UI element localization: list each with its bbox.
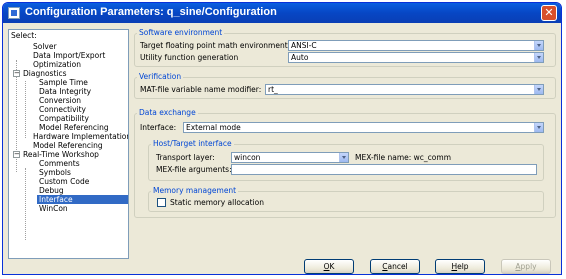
software-environment-title: Software environment xyxy=(137,28,225,37)
utility-function-label: Utility function generation xyxy=(140,53,239,62)
tree-connector xyxy=(25,81,26,138)
chevron-down-icon[interactable] xyxy=(534,85,543,94)
tree-item-solver[interactable]: Solver xyxy=(33,42,57,51)
mat-file-modifier-value: rt_ xyxy=(268,85,278,94)
close-button[interactable]: ✕ xyxy=(541,5,557,21)
host-target-title: Host/Target interface xyxy=(151,139,234,148)
data-exchange-title: Data exchange xyxy=(137,108,198,117)
tree-item-connectivity[interactable]: Connectivity xyxy=(39,105,86,114)
transport-layer-value: wincon xyxy=(234,153,261,162)
collapse-icon[interactable]: − xyxy=(13,151,20,158)
math-environment-label: Target floating point math environment: xyxy=(140,41,291,50)
title-bar[interactable]: Configuration Parameters: q_sine/Configu… xyxy=(3,3,561,23)
tree-item-compatibility[interactable]: Compatibility xyxy=(39,114,89,123)
utility-function-select[interactable]: Auto xyxy=(288,52,544,63)
chevron-down-icon[interactable] xyxy=(534,53,543,62)
interface-select[interactable]: External mode xyxy=(183,122,544,133)
window-title: Configuration Parameters: q_sine/Configu… xyxy=(25,6,277,18)
tree-item-conversion[interactable]: Conversion xyxy=(39,96,81,105)
tree-item-wincon[interactable]: WinCon xyxy=(39,204,68,213)
chevron-down-icon[interactable] xyxy=(534,41,543,50)
math-environment-select[interactable]: ANSI-C xyxy=(288,40,544,51)
tree-item-comments[interactable]: Comments xyxy=(39,159,80,168)
configuration-dialog: Configuration Parameters: q_sine/Configu… xyxy=(2,2,562,275)
tree-item-diagnostics[interactable]: Diagnostics xyxy=(23,69,67,78)
tree-item-hardware-implementation[interactable]: Hardware Implementation xyxy=(33,132,128,141)
tree-connector xyxy=(25,168,26,240)
transport-layer-select[interactable]: wincon xyxy=(231,152,349,163)
tree-item-model-referencing[interactable]: Model Referencing xyxy=(33,141,103,150)
transport-layer-label: Transport layer: xyxy=(156,153,215,162)
collapse-icon[interactable]: − xyxy=(13,70,20,77)
interface-label: Interface: xyxy=(140,123,177,132)
ok-button[interactable]: OK xyxy=(304,259,354,274)
static-memory-label: Static memory allocation xyxy=(170,198,264,207)
verification-title: Verification xyxy=(137,72,184,81)
tree-item-optimization[interactable]: Optimization xyxy=(33,60,81,69)
tree-item-model-referencing-diag[interactable]: Model Referencing xyxy=(39,123,109,132)
tree-item-symbols[interactable]: Symbols xyxy=(39,168,71,177)
utility-function-value: Auto xyxy=(291,53,309,62)
mex-file-arguments-label: MEX-file arguments: xyxy=(156,165,232,174)
tree-item-debug[interactable]: Debug xyxy=(39,186,64,195)
category-tree[interactable]: Select: Solver Data Import/Export Optimi… xyxy=(8,29,129,259)
memory-management-title: Memory management xyxy=(151,186,239,195)
tree-header: Select: xyxy=(11,31,37,40)
apply-button[interactable]: Apply xyxy=(501,259,551,274)
chevron-down-icon[interactable] xyxy=(339,153,348,162)
tree-item-custom-code[interactable]: Custom Code xyxy=(39,177,89,186)
interface-value: External mode xyxy=(186,123,241,132)
tree-item-data-import-export[interactable]: Data Import/Export xyxy=(33,51,105,60)
tree-item-data-integrity[interactable]: Data Integrity xyxy=(39,87,91,96)
mex-file-arguments-input[interactable] xyxy=(231,164,537,175)
cancel-button[interactable]: Cancel xyxy=(370,259,420,274)
app-icon xyxy=(8,7,20,19)
tree-item-sample-time[interactable]: Sample Time xyxy=(39,78,88,87)
mat-file-modifier-select[interactable]: rt_ xyxy=(265,84,544,95)
tree-item-interface[interactable]: Interface xyxy=(37,195,128,204)
help-button[interactable]: Help xyxy=(435,259,485,274)
chevron-down-icon[interactable] xyxy=(534,123,543,132)
static-memory-checkbox[interactable] xyxy=(157,198,166,207)
mex-file-name: MEX-file name: wc_comm xyxy=(355,153,451,162)
math-environment-value: ANSI-C xyxy=(291,41,317,50)
mat-file-modifier-label: MAT-file variable name modifier: xyxy=(140,85,262,94)
tree-item-real-time-workshop[interactable]: Real-Time Workshop xyxy=(23,150,99,159)
